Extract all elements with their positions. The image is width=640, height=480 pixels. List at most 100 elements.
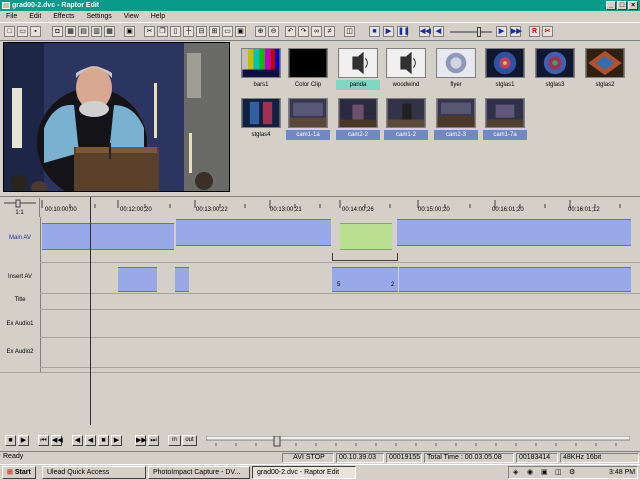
zoom-icon[interactable]: ⊕ <box>255 26 266 37</box>
close-button[interactable]: × <box>628 1 638 10</box>
insert-av-clip[interactable] <box>175 267 189 292</box>
fit-icon[interactable]: ⊞ <box>209 26 220 37</box>
task-photoimpact-capture[interactable]: PhotoImpact Capture - DV... <box>148 466 250 479</box>
jog-slider-thumb[interactable] <box>477 27 481 37</box>
display-icon[interactable]: ▣ <box>541 467 548 478</box>
settings-tray-icon[interactable]: ⚙ <box>569 467 575 478</box>
stop-button[interactable]: ■ <box>5 435 16 446</box>
insert-av-clip[interactable] <box>118 267 157 292</box>
render-icon[interactable]: ▣ <box>235 26 246 37</box>
maximize-button[interactable]: □ <box>617 1 627 10</box>
undo-icon[interactable]: ↶ <box>285 26 296 37</box>
clip-stglas1[interactable]: stglas1 <box>482 44 528 93</box>
clip-bars1[interactable]: bars1 <box>238 44 284 93</box>
step-forward-button[interactable]: ▶ <box>111 435 122 446</box>
clip-stglas4[interactable]: stglas4 <box>238 94 284 143</box>
prev-edit-button[interactable]: ◀ <box>72 435 83 446</box>
playhead[interactable] <box>90 197 91 425</box>
transition-bracket[interactable] <box>332 253 398 261</box>
redo-icon[interactable]: ↷ <box>298 26 309 37</box>
app-icon[interactable] <box>2 2 10 9</box>
menu-settings[interactable]: Settings <box>86 13 111 20</box>
capture-tray-icon[interactable]: ◫ <box>555 467 562 478</box>
clip-color-clip[interactable]: Color Clip <box>285 44 331 93</box>
trim-icon[interactable]: ⊟ <box>196 26 207 37</box>
insert-av-clip[interactable] <box>332 267 398 292</box>
snap-icon[interactable]: ◫ <box>344 26 355 37</box>
go-start-button[interactable]: ⏮ <box>38 435 49 446</box>
next-edit-button[interactable]: ▶▶ <box>135 435 147 446</box>
menu-file[interactable]: File <box>6 13 17 20</box>
clip-cam1-7a[interactable]: cam1-7a <box>482 94 528 143</box>
stop2-button[interactable]: ■ <box>98 435 109 446</box>
clip-woodwind[interactable]: woodwind <box>383 44 429 93</box>
network-icon[interactable]: ◈ <box>513 467 518 478</box>
zoom-out-icon[interactable]: ⊖ <box>268 26 279 37</box>
menu-help[interactable]: Help <box>151 13 165 20</box>
copy-icon[interactable]: ❐ <box>157 26 168 37</box>
link-icon[interactable]: ∞ <box>311 26 322 37</box>
clip-cam2-2[interactable]: cam2-2 <box>335 94 381 143</box>
clip-cam2-3[interactable]: cam2-3 <box>433 94 479 143</box>
task-raptor-edit[interactable]: grad00-2.dvc - Raptor Edit <box>252 466 356 479</box>
minimize-button[interactable]: _ <box>606 1 616 10</box>
clip-flyer[interactable]: flyer <box>433 44 479 93</box>
mark-icon[interactable]: ▭ <box>222 26 233 37</box>
main-av-clip-selected[interactable] <box>340 223 392 250</box>
stop-icon[interactable]: ■ <box>369 26 380 37</box>
split-icon[interactable]: ┼ <box>183 26 194 37</box>
properties-icon[interactable]: ▣ <box>124 26 135 37</box>
step-back-button[interactable]: ◀ <box>85 435 96 446</box>
new-icon[interactable]: □ <box>4 26 15 37</box>
capture-icon[interactable]: ◘ <box>52 26 63 37</box>
scrub-bar[interactable] <box>206 436 630 447</box>
palette-icon[interactable]: ▦ <box>65 26 76 37</box>
menu-edit[interactable]: Edit <box>29 13 41 20</box>
clip-cam1-1a[interactable]: cam1-1a <box>285 94 331 143</box>
clip-label: stglas2 <box>583 80 627 90</box>
jog-slider[interactable] <box>450 31 492 33</box>
pause-icon[interactable]: ❚❚ <box>397 26 410 37</box>
play-icon[interactable]: ▶ <box>383 26 394 37</box>
rewind-icon[interactable]: ◀◀ <box>419 26 431 37</box>
clip-stglas2[interactable]: stglas2 <box>582 44 628 93</box>
mark-out-button[interactable]: out <box>182 435 197 446</box>
clip-label: cam1-2 <box>384 130 428 140</box>
clip-cam1-2[interactable]: cam1-2 <box>383 94 429 143</box>
main-av-clip[interactable] <box>42 223 174 250</box>
record-icon[interactable]: R <box>529 26 540 37</box>
effects-icon[interactable]: ▤ <box>78 26 89 37</box>
track-label-title[interactable]: Title <box>0 297 40 303</box>
unlink-icon[interactable]: ≠ <box>324 26 335 37</box>
task-ulead-quick-access[interactable]: Ulead Quick Access <box>42 466 146 479</box>
speaker-icon[interactable]: ◉ <box>527 467 533 478</box>
track-label-insert-av[interactable]: Insert AV <box>0 274 40 280</box>
step-back-icon[interactable]: ◀ <box>433 26 444 37</box>
tools-icon[interactable]: ✂ <box>542 26 553 37</box>
mark-in-button[interactable]: in <box>168 435 181 446</box>
prev-frame-button[interactable]: ◀◀ <box>51 435 63 446</box>
fast-forward-icon[interactable]: ▶▶ <box>510 26 522 37</box>
paste-icon[interactable]: ▯ <box>170 26 181 37</box>
open-icon[interactable]: ▭ <box>17 26 28 37</box>
track-label-main-av[interactable]: Main AV <box>0 235 40 241</box>
menu-view[interactable]: View <box>124 13 139 20</box>
layers-icon[interactable]: ▥ <box>91 26 102 37</box>
play-button[interactable]: ▶ <box>18 435 29 446</box>
step-forward-icon[interactable]: ▶ <box>496 26 507 37</box>
timeline-ruler[interactable]: 1:1 00:10:00;00 00:12:00;20 00:13:00;22 … <box>0 196 640 217</box>
menu-effects[interactable]: Effects <box>53 13 74 20</box>
cut-icon[interactable]: ✂ <box>144 26 155 37</box>
track-label-ex-audio1[interactable]: Ex Audio1 <box>0 321 40 327</box>
save-icon[interactable]: ▪ <box>30 26 41 37</box>
main-av-clip[interactable] <box>397 219 631 246</box>
zoom-slider-icon[interactable] <box>0 198 40 208</box>
clip-panda[interactable]: panda <box>335 44 381 93</box>
grid-icon[interactable]: ▦ <box>104 26 115 37</box>
clip-stglas3[interactable]: stglas3 <box>532 44 578 93</box>
start-button[interactable]: ⊞ Start <box>2 466 36 479</box>
insert-av-clip[interactable] <box>399 267 631 292</box>
go-end-button[interactable]: ⏭ <box>148 435 159 446</box>
main-av-clip[interactable] <box>176 219 331 246</box>
track-label-ex-audio2[interactable]: Ex Audio2 <box>0 349 40 355</box>
